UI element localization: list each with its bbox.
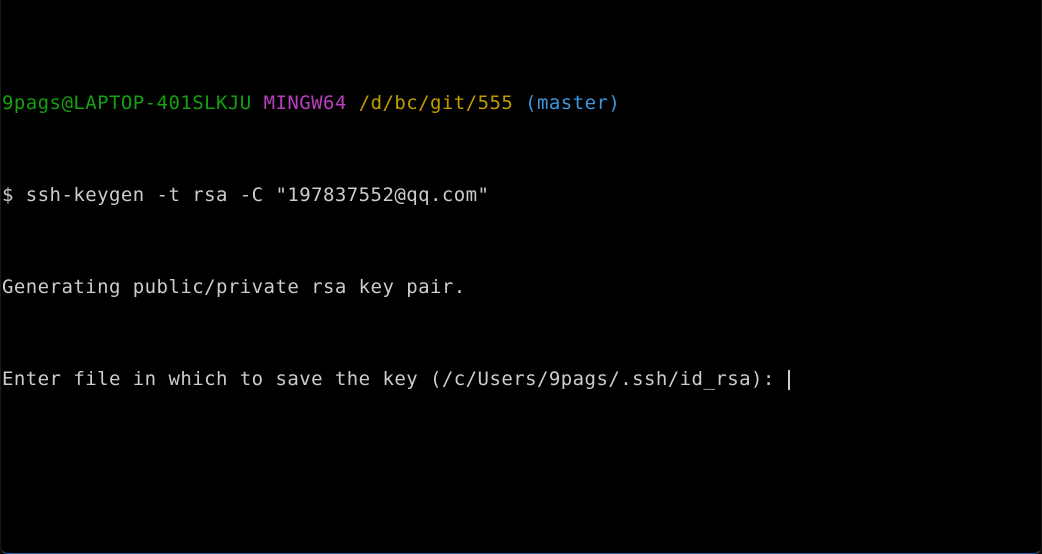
prompt-user-host: 9pags@LAPTOP-401SLKJU: [2, 92, 252, 114]
prompt-msystem: MINGW64: [263, 92, 347, 114]
command-text: ssh-keygen -t rsa -C "197837552@qq.com": [25, 184, 490, 206]
terminal-window: 9pags@LAPTOP-401SLKJU MINGW64 /d/bc/git/…: [0, 0, 1042, 554]
prompt-line: 9pags@LAPTOP-401SLKJU MINGW64 /d/bc/git/…: [2, 92, 1041, 115]
command-line: $ ssh-keygen -t rsa -C "197837552@qq.com…: [2, 184, 1041, 207]
input-prompt-line[interactable]: Enter file in which to save the key (/c/…: [2, 368, 1041, 391]
output-text: Generating public/private rsa key pair.: [2, 276, 466, 298]
text-cursor: [787, 369, 790, 390]
prompt-path: /d/bc/git/555: [358, 92, 514, 114]
terminal-output-area[interactable]: 9pags@LAPTOP-401SLKJU MINGW64 /d/bc/git/…: [2, 23, 1041, 553]
output-line: Generating public/private rsa key pair.: [2, 276, 1041, 299]
output-text: Enter file in which to save the key (/c/…: [2, 368, 787, 390]
prompt-symbol: $: [2, 184, 14, 206]
prompt-branch: (master): [525, 92, 621, 114]
